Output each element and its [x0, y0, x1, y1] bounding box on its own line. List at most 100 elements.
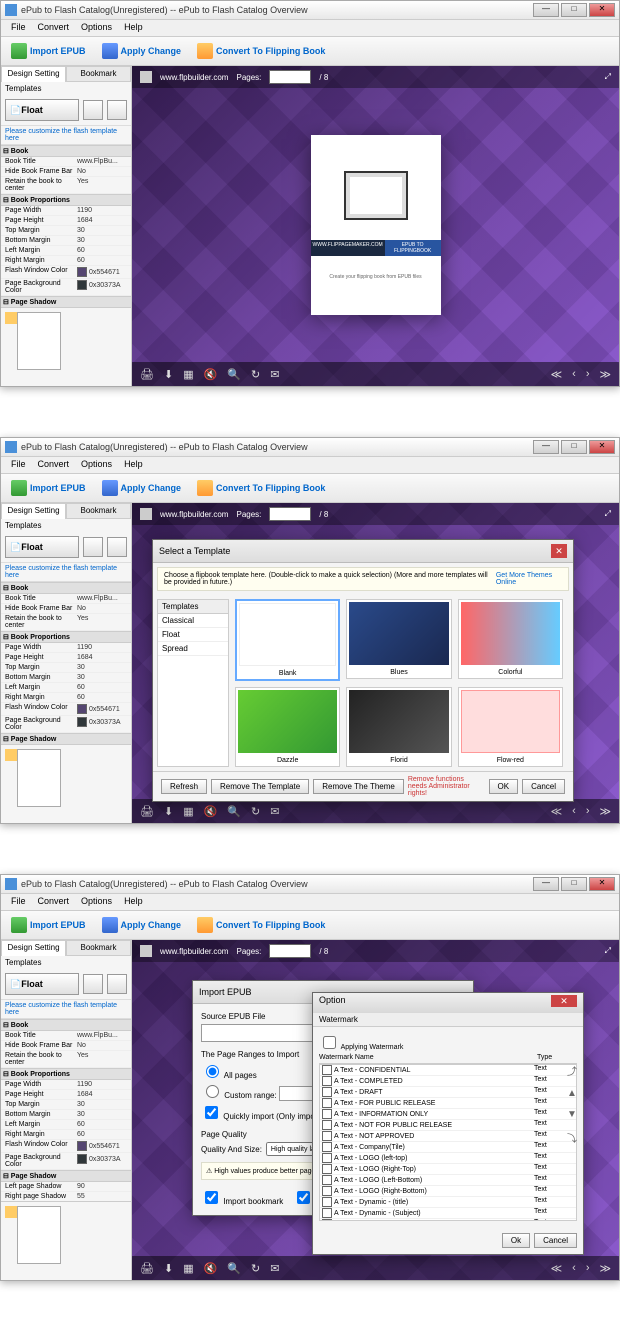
zoom-icon[interactable]: 🔍 [227, 805, 241, 818]
property-grid[interactable]: ⊟ BookBook Titlewww.FlpBu...Hide Book Fr… [1, 145, 131, 307]
next-page-button[interactable]: › [586, 368, 590, 380]
menu-convert[interactable]: Convert [32, 457, 76, 473]
thumb-icon[interactable] [5, 1206, 17, 1218]
import-epub-button[interactable]: Import EPUB [7, 41, 90, 61]
close-button[interactable]: ✕ [589, 440, 615, 454]
convert-button[interactable]: Convert To Flipping Book [193, 915, 329, 935]
maximize-button[interactable]: □ [561, 440, 587, 454]
prev-page-button[interactable]: ‹ [572, 1262, 576, 1274]
menu-convert[interactable]: Convert [32, 20, 76, 36]
refresh-button[interactable]: Refresh [161, 779, 207, 794]
applying-watermark-checkbox[interactable]: Applying Watermark [319, 1044, 403, 1051]
option-ok-button[interactable]: Ok [502, 1233, 530, 1248]
next-page-button[interactable]: › [586, 1262, 590, 1274]
prev-page-button[interactable]: ‹ [572, 805, 576, 817]
thumbnails-icon[interactable]: ▦ [183, 805, 193, 818]
first-page-button[interactable]: ≪ [551, 805, 563, 818]
page-input[interactable]: 1 [269, 944, 311, 958]
page-thumbnail[interactable] [17, 312, 61, 370]
fullscreen-icon[interactable]: ⤢ [605, 946, 611, 956]
option-close-button[interactable]: ✕ [551, 995, 577, 1007]
import-epub-button[interactable]: Import EPUB [7, 478, 90, 498]
template-browse-button[interactable] [83, 537, 103, 557]
move-down-button[interactable]: ▼ [567, 1109, 577, 1120]
template-browse-button[interactable] [83, 974, 103, 994]
autoflip-icon[interactable]: ↻ [251, 805, 260, 818]
next-page-button[interactable]: › [586, 805, 590, 817]
tab-design-setting[interactable]: Design Setting [1, 940, 66, 956]
print-icon[interactable]: 🖨 [140, 1262, 154, 1275]
template-save-button[interactable] [107, 100, 127, 120]
minimize-button[interactable]: — [533, 440, 559, 454]
thumbnails-icon[interactable]: ▦ [183, 368, 193, 381]
home-icon[interactable] [140, 508, 152, 520]
template-colorful[interactable]: Colorful [458, 599, 563, 679]
autoflip-icon[interactable]: ↻ [251, 1262, 260, 1275]
autoflip-icon[interactable]: ↻ [251, 368, 260, 381]
import-epub-button[interactable]: Import EPUB [7, 915, 90, 935]
menu-file[interactable]: File [5, 457, 32, 473]
tab-bookmark[interactable]: Bookmark [66, 940, 131, 956]
watermark-tab[interactable]: Watermark [313, 1013, 583, 1027]
cancel-button[interactable]: Cancel [522, 779, 565, 794]
menu-help[interactable]: Help [118, 894, 149, 910]
menu-options[interactable]: Options [75, 20, 118, 36]
menu-file[interactable]: File [5, 894, 32, 910]
type-spread[interactable]: Spread [158, 642, 228, 656]
page-input[interactable]: 1 [269, 507, 311, 521]
minimize-button[interactable]: — [533, 877, 559, 891]
customize-link[interactable]: Please customize the flash template here [1, 126, 131, 145]
template-blank[interactable]: Blank [235, 599, 340, 681]
remove-theme-button[interactable]: Remove The Theme [313, 779, 404, 794]
menu-file[interactable]: File [5, 20, 32, 36]
remove-template-button[interactable]: Remove The Template [211, 779, 309, 794]
sound-icon[interactable]: 🔇 [204, 1262, 218, 1275]
more-themes-link[interactable]: Get More Themes Online [496, 572, 562, 586]
sound-icon[interactable]: 🔇 [204, 368, 218, 381]
share-icon[interactable]: ✉ [270, 1262, 279, 1275]
move-up-button[interactable]: ▲ [567, 1088, 577, 1099]
type-float[interactable]: Float [158, 628, 228, 642]
print-icon[interactable]: 🖨 [140, 368, 154, 381]
tab-design-setting[interactable]: Design Setting [1, 66, 66, 82]
maximize-button[interactable]: □ [561, 3, 587, 17]
menu-options[interactable]: Options [75, 894, 118, 910]
close-button[interactable]: ✕ [589, 877, 615, 891]
sound-icon[interactable]: 🔇 [204, 805, 218, 818]
home-icon[interactable] [140, 945, 152, 957]
ok-button[interactable]: OK [489, 779, 519, 794]
share-icon[interactable]: ✉ [270, 368, 279, 381]
download-icon[interactable]: ⬇ [164, 368, 173, 381]
last-page-button[interactable]: ≫ [599, 368, 611, 381]
page-input[interactable]: 1 [269, 70, 311, 84]
tab-bookmark[interactable]: Bookmark [66, 503, 131, 519]
tab-design-setting[interactable]: Design Setting [1, 503, 66, 519]
apply-change-button[interactable]: Apply Change [98, 915, 186, 935]
prev-page-button[interactable]: ‹ [572, 368, 576, 380]
type-classical[interactable]: Classical [158, 614, 228, 628]
apply-change-button[interactable]: Apply Change [98, 41, 186, 61]
import-bookmark-checkbox[interactable]: Import bookmark [201, 1188, 283, 1207]
thumb-icon[interactable] [5, 312, 17, 324]
thumb-icon[interactable] [5, 749, 17, 761]
download-icon[interactable]: ⬇ [164, 805, 173, 818]
close-button[interactable]: ✕ [589, 3, 615, 17]
move-bottom-button[interactable]: ⤵ [567, 1130, 577, 1145]
template-florid[interactable]: Florid [346, 687, 451, 767]
tab-bookmark[interactable]: Bookmark [66, 66, 131, 82]
float-template-button[interactable]: 📄 Float [5, 536, 79, 558]
home-icon[interactable] [140, 71, 152, 83]
dialog-close-button[interactable]: ✕ [551, 544, 567, 558]
customize-link[interactable]: Please customize the flash template here [1, 1000, 131, 1019]
print-icon[interactable]: 🖨 [140, 805, 154, 818]
zoom-icon[interactable]: 🔍 [227, 1262, 241, 1275]
first-page-button[interactable]: ≪ [551, 368, 563, 381]
flipbook-preview[interactable]: WWW.FLIPPAGEMAKER.COMEPUB TO FLIPPINGBOO… [311, 135, 441, 315]
fullscreen-icon[interactable]: ⤢ [605, 72, 611, 82]
float-template-button[interactable]: 📄 Float [5, 99, 79, 121]
template-save-button[interactable] [107, 974, 127, 994]
template-dazzle[interactable]: Dazzle [235, 687, 340, 767]
thumbnails-icon[interactable]: ▦ [183, 1262, 193, 1275]
menu-options[interactable]: Options [75, 457, 118, 473]
property-grid[interactable]: ⊟ BookBook Titlewww.FlpBu...Hide Book Fr… [1, 1019, 131, 1201]
